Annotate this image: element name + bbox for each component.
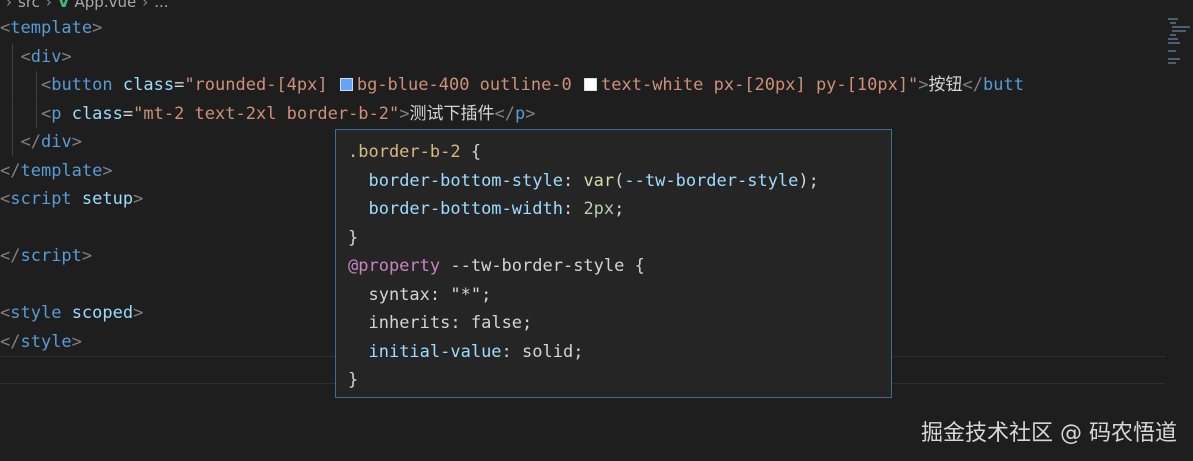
attr-value: "rounded-[4px] <box>184 75 338 95</box>
watermark: 掘金技术社区 @ 码农悟道 <box>921 421 1177 446</box>
css-at-rule-name: --tw-border-style <box>450 256 625 276</box>
attr-name: scoped <box>71 303 134 323</box>
tag-name: button <box>51 75 113 95</box>
tag-name: style <box>10 303 62 323</box>
css-hover-tooltip: .border-b-2 { border-bottom-style: var(-… <box>335 129 892 398</box>
attr-name: class <box>71 103 123 124</box>
tag-name: style <box>20 331 72 352</box>
tag-name: template <box>20 160 103 181</box>
css-value: false <box>470 313 523 333</box>
chevron-right-icon: › <box>6 0 12 11</box>
css-value: 2px <box>583 199 615 219</box>
tag-name: template <box>10 18 93 38</box>
css-descriptor: inherits <box>368 313 451 333</box>
css-property: border-bottom-width <box>368 199 563 219</box>
chevron-right-icon: › <box>45 0 52 11</box>
color-swatch-white[interactable] <box>584 78 598 91</box>
css-variable: --tw-border-style <box>624 170 799 191</box>
attr-name: setup <box>81 189 134 209</box>
attr-name: class <box>122 75 175 95</box>
tag-name: p <box>51 103 62 124</box>
tag-name: butt <box>983 75 1024 95</box>
breadcrumb-folder[interactable]: src <box>18 0 40 11</box>
code-line[interactable]: <button class="rounded-[4px] bg-blue-400… <box>0 71 1165 99</box>
tag-name: div <box>40 132 72 152</box>
breadcrumb-file[interactable]: App.vue <box>75 0 137 11</box>
element-text: 按钮 <box>928 75 963 95</box>
css-at-rule: @property <box>348 256 441 276</box>
tag-name: script <box>20 246 82 266</box>
code-line[interactable]: <div> <box>0 42 1165 71</box>
code-line[interactable]: <p class="mt-2 text-2xl border-b-2">测试下插… <box>0 99 1165 128</box>
css-value: solid <box>522 341 574 362</box>
breadcrumb-more[interactable]: ... <box>154 0 168 11</box>
css-descriptor: syntax <box>368 284 430 305</box>
code-line[interactable]: <template> <box>0 14 1165 42</box>
css-function: var <box>583 170 615 191</box>
minimap[interactable] <box>1166 14 1193 461</box>
chevron-right-icon: › <box>142 0 149 11</box>
element-text: 测试下插件 <box>409 103 495 124</box>
attr-value: "mt-2 text-2xl border-b-2" <box>133 103 400 124</box>
css-descriptor: initial-value <box>368 341 502 362</box>
css-selector: .border-b-2 <box>348 142 461 162</box>
vue-file-icon: V <box>57 0 70 11</box>
tag-name: p <box>514 103 526 124</box>
color-swatch-blue[interactable] <box>339 78 353 91</box>
tag-name: script <box>10 189 72 209</box>
breadcrumb: › src › V App.vue ›... <box>0 0 169 12</box>
css-value: "*" <box>450 284 482 305</box>
css-property: border-bottom-style <box>368 170 563 191</box>
attr-value: bg-blue-400 outline-0 <box>356 75 583 95</box>
tag-name: div <box>30 46 62 67</box>
attr-value: text-white px-[20px] py-[10px]" <box>601 75 919 95</box>
